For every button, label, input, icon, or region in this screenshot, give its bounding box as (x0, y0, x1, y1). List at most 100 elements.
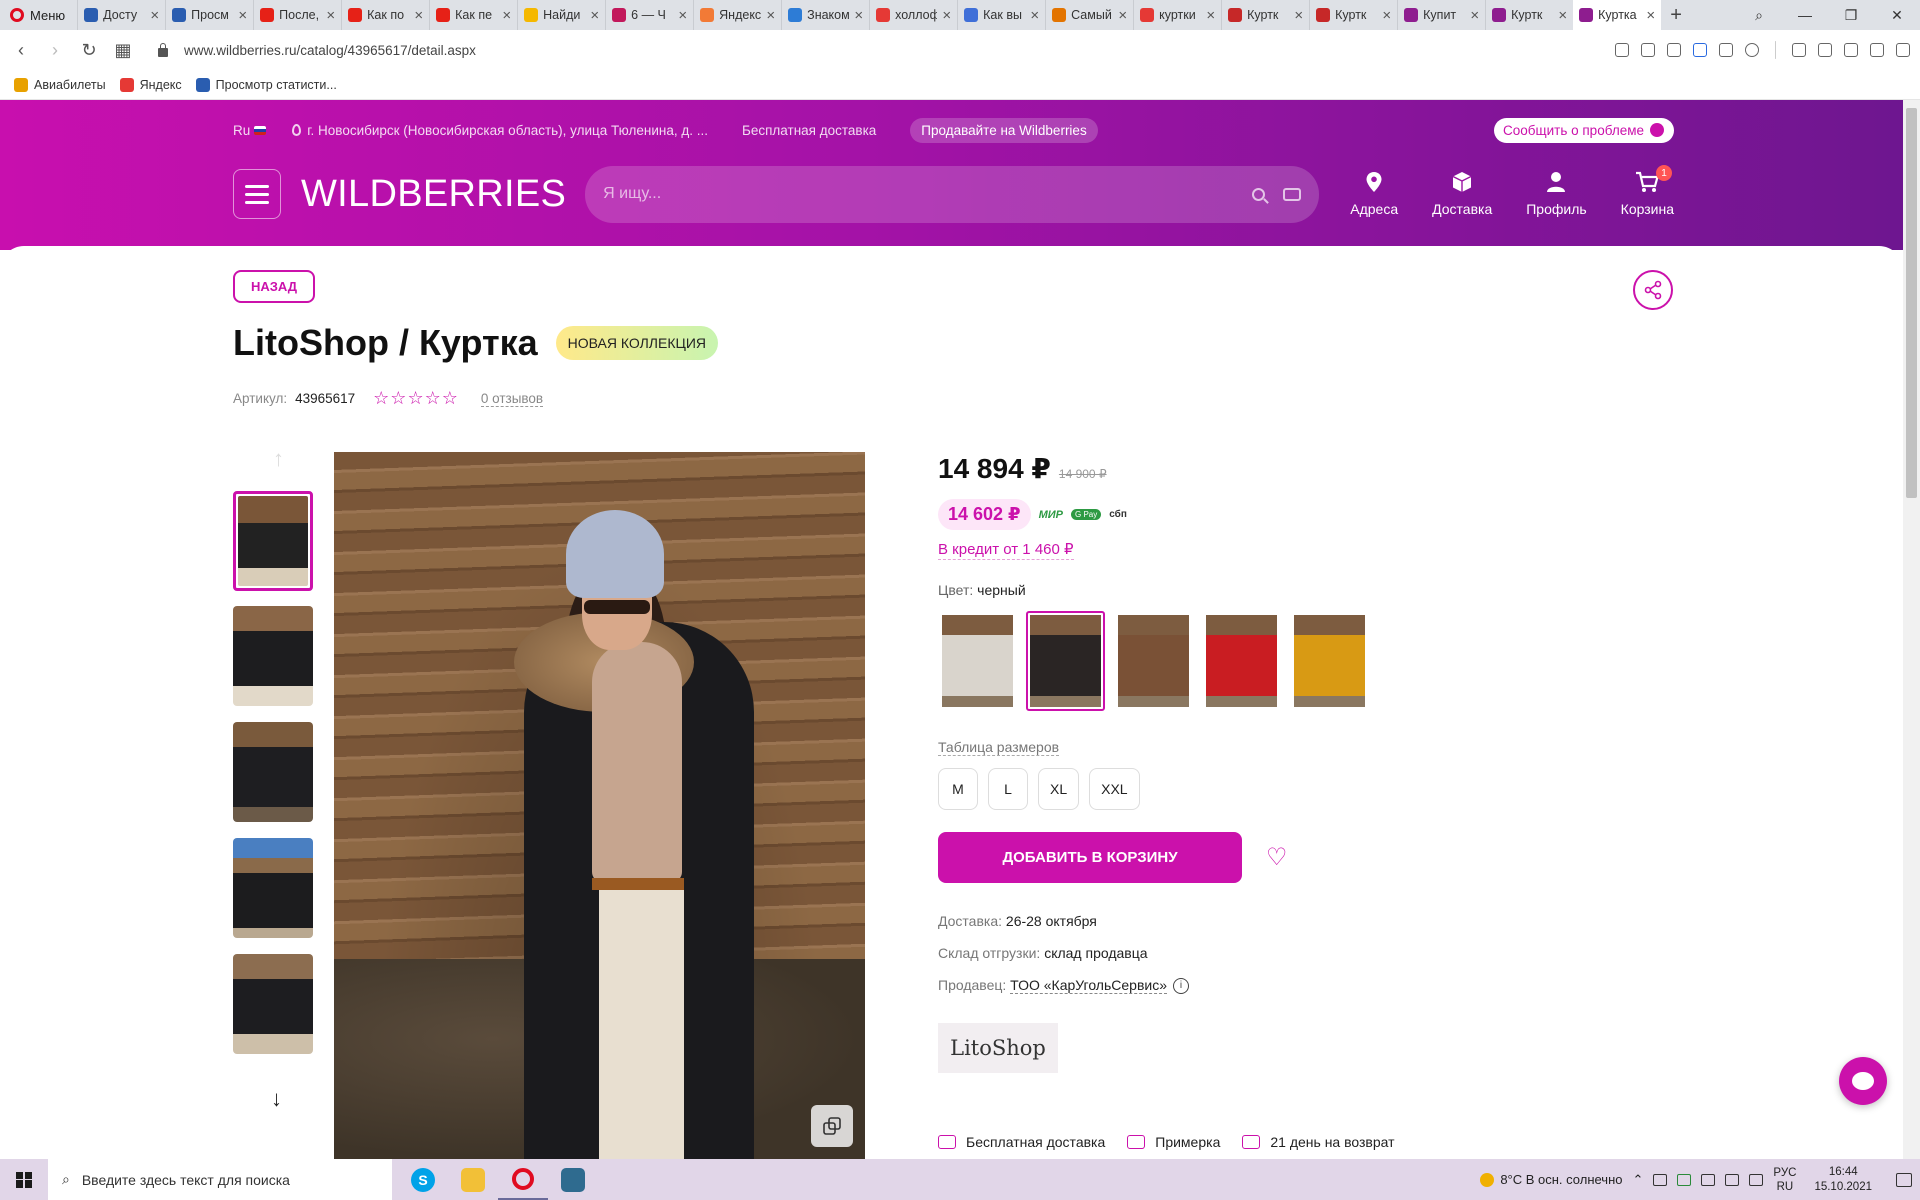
size-table-link[interactable]: Таблица размеров (938, 739, 1060, 756)
browser-tab[interactable]: Как по × (341, 0, 429, 30)
tab-close-icon[interactable]: × (590, 7, 599, 24)
tab-close-icon[interactable]: × (1294, 7, 1303, 24)
cube-icon[interactable] (1844, 43, 1858, 57)
browser-tab[interactable]: холлоф × (869, 0, 957, 30)
add-to-cart-button[interactable]: ДОБАВИТЬ В КОРЗИНУ (938, 832, 1242, 883)
tab-close-icon[interactable]: × (1382, 7, 1391, 24)
explorer-app[interactable] (448, 1159, 498, 1200)
info-icon[interactable]: i (1173, 978, 1189, 995)
header-nav-cart[interactable]: Корзина 1 (1621, 165, 1674, 217)
support-chat-button[interactable] (1839, 1057, 1887, 1105)
restore-button[interactable]: ❐ (1828, 7, 1874, 24)
location-selector[interactable]: г. Новосибирск (Новосибирская область), … (292, 123, 708, 138)
notifications-icon[interactable] (1896, 1172, 1912, 1187)
color-swatch-brown[interactable] (1114, 611, 1193, 711)
tab-close-icon[interactable]: × (854, 7, 863, 24)
reload-icon[interactable]: ↻ (76, 40, 102, 61)
tab-close-icon[interactable]: × (1030, 7, 1039, 24)
browser-tab[interactable]: Куртк × (1309, 0, 1397, 30)
tab-close-icon[interactable]: × (678, 7, 687, 24)
tab-close-icon[interactable]: × (502, 7, 511, 24)
cloud-icon[interactable] (1701, 1173, 1716, 1186)
camera-icon[interactable] (1818, 43, 1832, 57)
thumbnail-4[interactable] (233, 838, 313, 938)
credit-link[interactable]: В кредит от 1 460 ₽ (938, 540, 1074, 560)
scrollbar-thumb[interactable] (1906, 108, 1917, 498)
taskbar-search[interactable]: ⌕ Введите здесь текст для поиска (48, 1159, 392, 1200)
thumbnail-5[interactable] (233, 954, 313, 1054)
input-language[interactable]: РУС RU (1773, 1166, 1796, 1194)
tab-close-icon[interactable]: × (1558, 7, 1567, 24)
tray-app-icon[interactable] (1653, 1173, 1668, 1186)
browser-tab[interactable]: Самый × (1045, 0, 1133, 30)
tab-close-icon[interactable]: × (1206, 7, 1215, 24)
bookmark-item[interactable]: Просмотр статисти... (195, 77, 337, 92)
header-nav-box[interactable]: Доставка (1432, 171, 1492, 217)
game-app[interactable] (548, 1159, 598, 1200)
favorite-heart-icon[interactable]: ♡ (1266, 843, 1288, 872)
tabs-grid-icon[interactable]: ▦ (110, 40, 136, 61)
search-tabs-icon[interactable]: ⌕ (1736, 7, 1782, 24)
zoom-button[interactable] (811, 1105, 853, 1147)
header-nav-user[interactable]: Профиль (1526, 171, 1587, 217)
browser-tab[interactable]: Как пе × (429, 0, 517, 30)
browser-tab[interactable]: Куртк × (1485, 0, 1573, 30)
back-button[interactable]: НАЗАД (233, 270, 316, 303)
tab-close-icon[interactable]: × (1646, 7, 1655, 24)
network-icon[interactable] (1725, 1173, 1740, 1186)
language-selector[interactable]: Ru (233, 123, 267, 138)
weather-widget[interactable]: 8°C В осн. солнечно (1480, 1172, 1623, 1187)
header-nav-pin[interactable]: Адреса (1350, 171, 1398, 217)
sidebar-menu-icon[interactable] (1896, 43, 1910, 57)
tray-expand-icon[interactable]: ⌃ (1633, 1172, 1644, 1188)
tab-close-icon[interactable]: × (326, 7, 335, 24)
edit-icon[interactable] (1641, 43, 1655, 57)
browser-tab[interactable]: Купит × (1397, 0, 1485, 30)
arrow-up-icon[interactable]: ↑ (273, 446, 284, 472)
tab-close-icon[interactable]: × (766, 7, 775, 24)
tab-close-icon[interactable]: × (1118, 7, 1127, 24)
snapshot-icon[interactable] (1667, 43, 1681, 57)
search-input[interactable] (603, 185, 1253, 203)
back-icon[interactable]: ‹ (8, 40, 34, 61)
minimize-button[interactable]: — (1782, 7, 1828, 23)
vpn-shield-icon[interactable] (1693, 43, 1707, 57)
wildberries-logo[interactable]: WILDBERRIES (301, 173, 566, 216)
browser-tab[interactable]: Знаком × (781, 0, 869, 30)
opera-menu-button[interactable]: Меню (0, 0, 77, 30)
heart-icon[interactable] (1745, 43, 1759, 57)
free-delivery-link[interactable]: Бесплатная доставка (742, 123, 876, 138)
catalog-menu-button[interactable] (233, 169, 281, 219)
search-icon[interactable] (1252, 187, 1266, 201)
start-button[interactable] (0, 1159, 48, 1200)
close-window-button[interactable]: ✕ (1874, 7, 1920, 24)
browser-tab[interactable]: 6 — Ч × (605, 0, 693, 30)
forward-icon[interactable]: › (42, 40, 68, 61)
browser-tab[interactable]: Куртк × (1221, 0, 1309, 30)
size-option[interactable]: M (938, 768, 978, 810)
browser-tab[interactable]: Досту × (77, 0, 165, 30)
brand-logo[interactable]: LitoShop (938, 1023, 1058, 1073)
browser-tab[interactable]: Просм × (165, 0, 253, 30)
browser-tab[interactable]: После, × (253, 0, 341, 30)
thumbnail-2[interactable] (233, 606, 313, 706)
security-icon[interactable] (1677, 1173, 1692, 1186)
seller-link[interactable]: ТОО «КарУгольСервис» (1010, 977, 1167, 994)
color-swatch-white[interactable] (938, 611, 1017, 711)
download-icon[interactable] (1870, 43, 1884, 57)
tab-close-icon[interactable]: × (414, 7, 423, 24)
color-swatch-black[interactable] (1026, 611, 1105, 711)
sell-on-wb-button[interactable]: Продавайте на Wildberries (910, 117, 1098, 143)
opera-app[interactable] (498, 1159, 548, 1200)
color-swatch-yellow[interactable] (1290, 611, 1369, 711)
page-scrollbar[interactable] (1903, 100, 1920, 1159)
browser-tab[interactable]: Найди × (517, 0, 605, 30)
tab-close-icon[interactable]: × (942, 7, 951, 24)
volume-icon[interactable] (1749, 1173, 1764, 1186)
bookmark-item[interactable]: Авиабилеты (14, 77, 106, 92)
browser-tab[interactable]: Как вы × (957, 0, 1045, 30)
browser-tab[interactable]: Куртка × (1573, 0, 1662, 30)
extension-icon[interactable] (1792, 43, 1806, 57)
new-tab-button[interactable]: + (1661, 4, 1691, 27)
tab-close-icon[interactable]: × (150, 7, 159, 24)
